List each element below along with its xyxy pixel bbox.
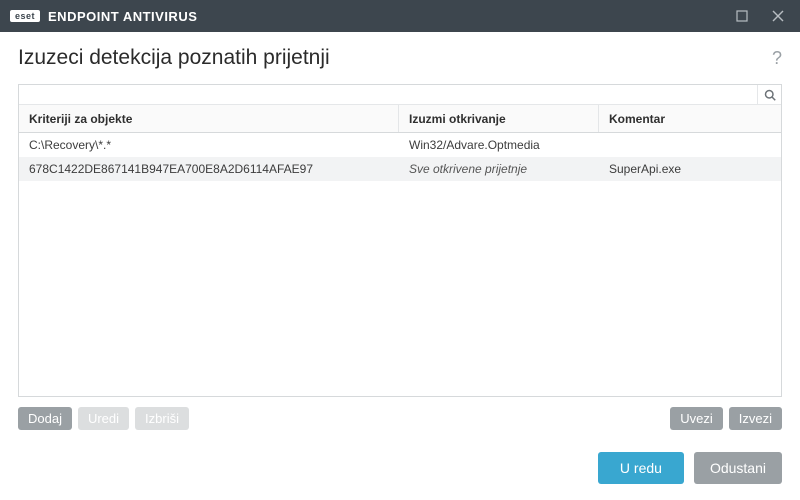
page-title: Izuzeci detekcija poznatih prijetnji [18,46,772,70]
ok-button[interactable]: U redu [598,452,684,484]
brand-logo: eset [10,10,40,22]
cancel-button[interactable]: Odustani [694,452,782,484]
header-comment[interactable]: Komentar [599,105,781,132]
export-button[interactable]: Izvezi [729,407,782,430]
add-button[interactable]: Dodaj [18,407,72,430]
exclusions-panel: Kriteriji za objekte Izuzmi otkrivanje K… [18,84,782,397]
import-button[interactable]: Uvezi [670,407,723,430]
table-row[interactable]: 678C1422DE867141B947EA700E8A2D6114AFAE97… [19,157,781,181]
table-header: Kriteriji za objekte Izuzmi otkrivanje K… [19,105,781,133]
header-exclude[interactable]: Izuzmi otkrivanje [399,105,599,132]
titlebar: eset ENDPOINT ANTIVIRUS [0,0,800,32]
cell-comment: SuperApi.exe [599,162,781,176]
cell-criteria: C:\Recovery\*.* [19,138,399,152]
cell-criteria: 678C1422DE867141B947EA700E8A2D6114AFAE97 [19,162,399,176]
search-icon[interactable] [757,85,781,105]
table-body: C:\Recovery\*.*Win32/Advare.Optmedia678C… [19,133,781,396]
help-button[interactable]: ? [772,48,782,69]
close-button[interactable] [760,0,796,32]
edit-button[interactable]: Uredi [78,407,129,430]
delete-button[interactable]: Izbriši [135,407,189,430]
header-criteria[interactable]: Kriteriji za objekte [19,105,399,132]
table-row[interactable]: C:\Recovery\*.*Win32/Advare.Optmedia [19,133,781,157]
minimize-button[interactable] [724,0,760,32]
product-name: ENDPOINT ANTIVIRUS [48,9,197,24]
cell-exclude: Sve otkrivene prijetnje [399,162,599,176]
cell-exclude: Win32/Advare.Optmedia [399,138,599,152]
